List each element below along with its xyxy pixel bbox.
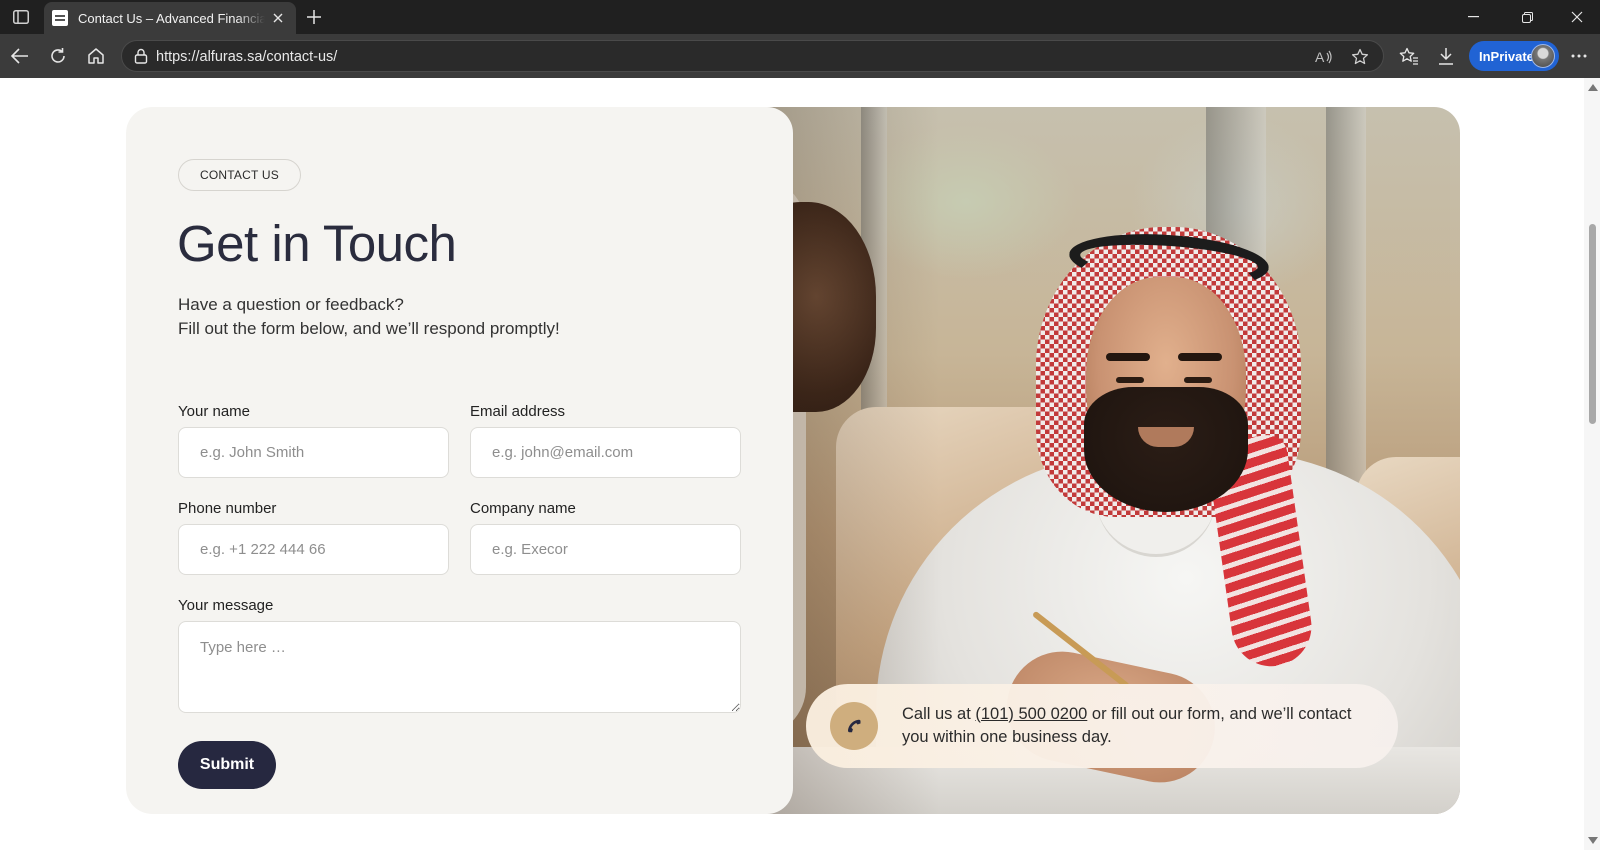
call-us-callout: Call us at (101) 500 0200 or fill out ou… [806,684,1398,768]
intro-line-2: Fill out the form below, and we’ll respo… [178,318,560,338]
downloads-icon[interactable] [1435,45,1457,67]
address-bar[interactable]: https://alfuras.sa/contact-us/ A [121,40,1384,72]
lock-icon[interactable] [134,48,148,69]
phone-input[interactable] [178,524,449,575]
message-textarea[interactable] [178,621,741,713]
favorites-icon[interactable] [1398,45,1420,67]
scroll-down-arrow-icon[interactable] [1588,837,1598,844]
email-label: Email address [470,403,566,420]
more-menu-icon[interactable] [1568,45,1590,67]
url-text[interactable]: https://alfuras.sa/contact-us/ [156,49,337,65]
phone-icon [830,702,878,750]
site-favicon-icon [52,10,68,26]
page-viewport: CONTACT US Get in Touch Have a question … [0,78,1600,850]
browser-toolbar: https://alfuras.sa/contact-us/ A InPriva… [0,34,1600,78]
scrollbar-thumb[interactable] [1589,224,1596,424]
page-scrollbar[interactable] [1584,78,1600,850]
browser-tab-active[interactable]: Contact Us – Advanced Financial Company [44,2,296,34]
name-input[interactable] [178,427,449,478]
svg-text:A: A [1315,49,1325,65]
message-label: Your message [178,597,274,614]
home-icon[interactable] [82,42,110,70]
page-title: Get in Touch [177,215,457,272]
restore-icon[interactable] [1504,0,1550,34]
refresh-icon[interactable] [44,42,72,70]
close-window-icon[interactable] [1554,0,1600,34]
tab-title: Contact Us – Advanced Financial Company [78,10,265,26]
email-input[interactable] [470,427,741,478]
tab-close-icon[interactable] [269,8,288,28]
section-eyebrow-badge: CONTACT US [178,159,301,191]
sidebar-toggle-icon[interactable] [8,6,34,28]
minimize-icon[interactable] [1450,0,1496,34]
browser-tab-bar: Contact Us – Advanced Financial Company [0,0,1600,34]
read-aloud-icon[interactable]: A [1314,47,1334,67]
favorite-star-icon[interactable] [1350,47,1370,67]
contact-form-panel: CONTACT US Get in Touch Have a question … [126,107,793,814]
submit-button[interactable]: Submit [178,741,276,789]
company-label: Company name [470,500,576,517]
company-input[interactable] [470,524,741,575]
intro-line-1: Have a question or feedback? [178,295,404,314]
phone-number-link[interactable]: (101) 500 0200 [975,705,1087,723]
phone-label: Phone number [178,500,277,517]
callout-text: Call us at (101) 500 0200 or fill out ou… [902,704,1352,747]
inprivate-profile-button[interactable]: InPrivate [1469,41,1559,71]
contact-section: CONTACT US Get in Touch Have a question … [126,107,1460,814]
scroll-up-arrow-icon[interactable] [1588,84,1598,91]
intro-text: Have a question or feedback? Fill out th… [178,293,560,340]
name-label: Your name [178,403,250,420]
inprivate-label: InPrivate [1479,48,1534,64]
avatar [1531,44,1555,68]
new-tab-icon[interactable] [302,5,326,29]
back-icon[interactable] [6,42,34,70]
